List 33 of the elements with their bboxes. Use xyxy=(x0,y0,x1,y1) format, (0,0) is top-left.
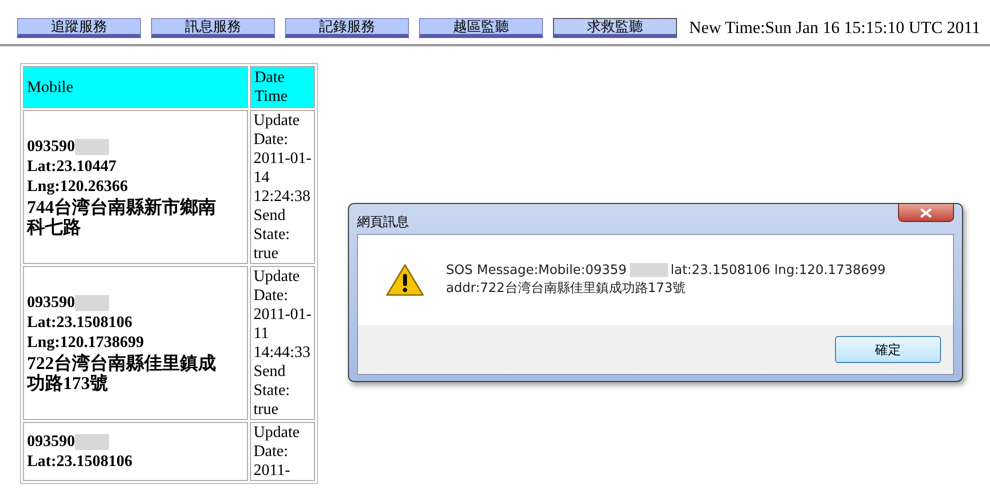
redaction-mark xyxy=(75,139,109,156)
address-text: 722台湾台南縣佳里鎮成功路173號 xyxy=(27,353,217,393)
nav-button[interactable]: 追蹤服務 xyxy=(17,18,141,38)
date-time-cell: Update Date: 2011- xyxy=(250,422,315,481)
latitude-text: Lat:23.10447 xyxy=(27,157,118,177)
nav-button[interactable]: 越區監聽 xyxy=(419,18,543,38)
ok-button[interactable]: 確定 xyxy=(835,336,941,363)
date-time-cell: Update Date: 2011-01-14 12:24:38 Send State: true xyxy=(250,110,315,264)
mobile-number: 093590 xyxy=(27,138,75,155)
mobile-number: 093590 xyxy=(27,432,75,450)
date-time-cell: Update Date: 2011-01-11 14:44:33 Send State: true xyxy=(250,266,315,420)
redaction-mark xyxy=(75,295,109,312)
redaction-mark xyxy=(630,263,668,278)
latitude-text: Lat:23.1508106 xyxy=(27,313,134,333)
nav-button[interactable]: 訊息服務 xyxy=(151,18,275,38)
message-text: lat:23.1508106 lng:120.1738699 xyxy=(670,263,886,278)
latitude-text: Lat:23.1508106 xyxy=(27,452,134,472)
time-text: New Time:Sun Jan 16 15:15:10 UTC 2011 xyxy=(689,18,980,38)
mobile-number: 093590 xyxy=(27,294,75,311)
close-icon xyxy=(920,208,932,218)
nav-button[interactable]: 求救監聽 xyxy=(553,18,677,38)
address-text: 744台湾台南縣新市鄉南科七路 xyxy=(27,197,217,237)
header-cell: Date Time xyxy=(250,66,315,108)
header-cell: Mobile xyxy=(23,66,248,108)
message-text: SOS Message:Mobile:09359 xyxy=(446,263,627,278)
redaction-mark xyxy=(75,434,109,450)
longitude-text: Lng:120.26366 xyxy=(27,177,129,197)
message-text: addr:722台湾台南縣佳里鎮成功路173號 xyxy=(446,280,687,298)
nav-button[interactable]: 記錄服務 xyxy=(285,18,409,38)
warning-icon xyxy=(386,264,424,296)
close-button[interactable] xyxy=(898,204,954,222)
longitude-text: Lng:120.1738699 xyxy=(27,333,145,353)
dialog-title: 網頁訊息 xyxy=(357,214,409,231)
